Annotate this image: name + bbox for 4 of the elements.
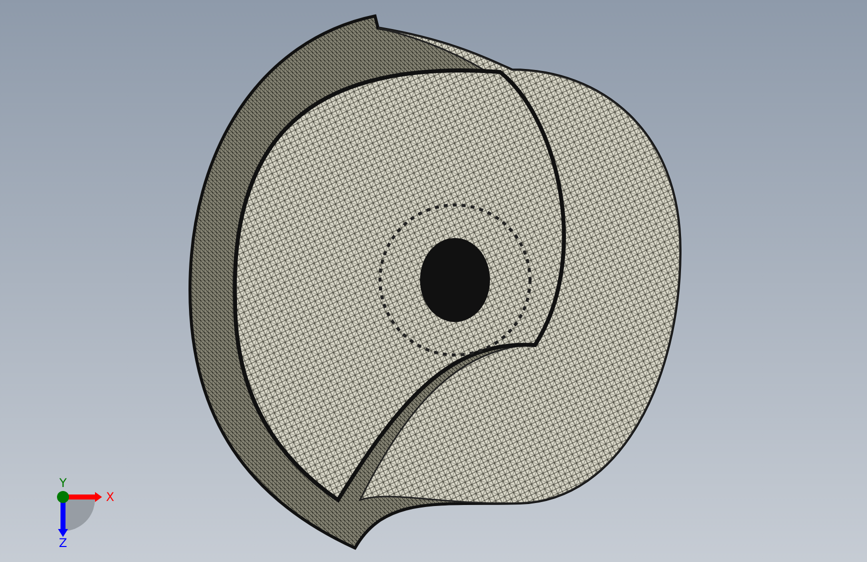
axis-label: Y	[59, 477, 67, 490]
axis-label: X	[106, 490, 114, 504]
axis-label: Z	[58, 536, 68, 549]
shadow-quarter-icon	[63, 499, 95, 531]
